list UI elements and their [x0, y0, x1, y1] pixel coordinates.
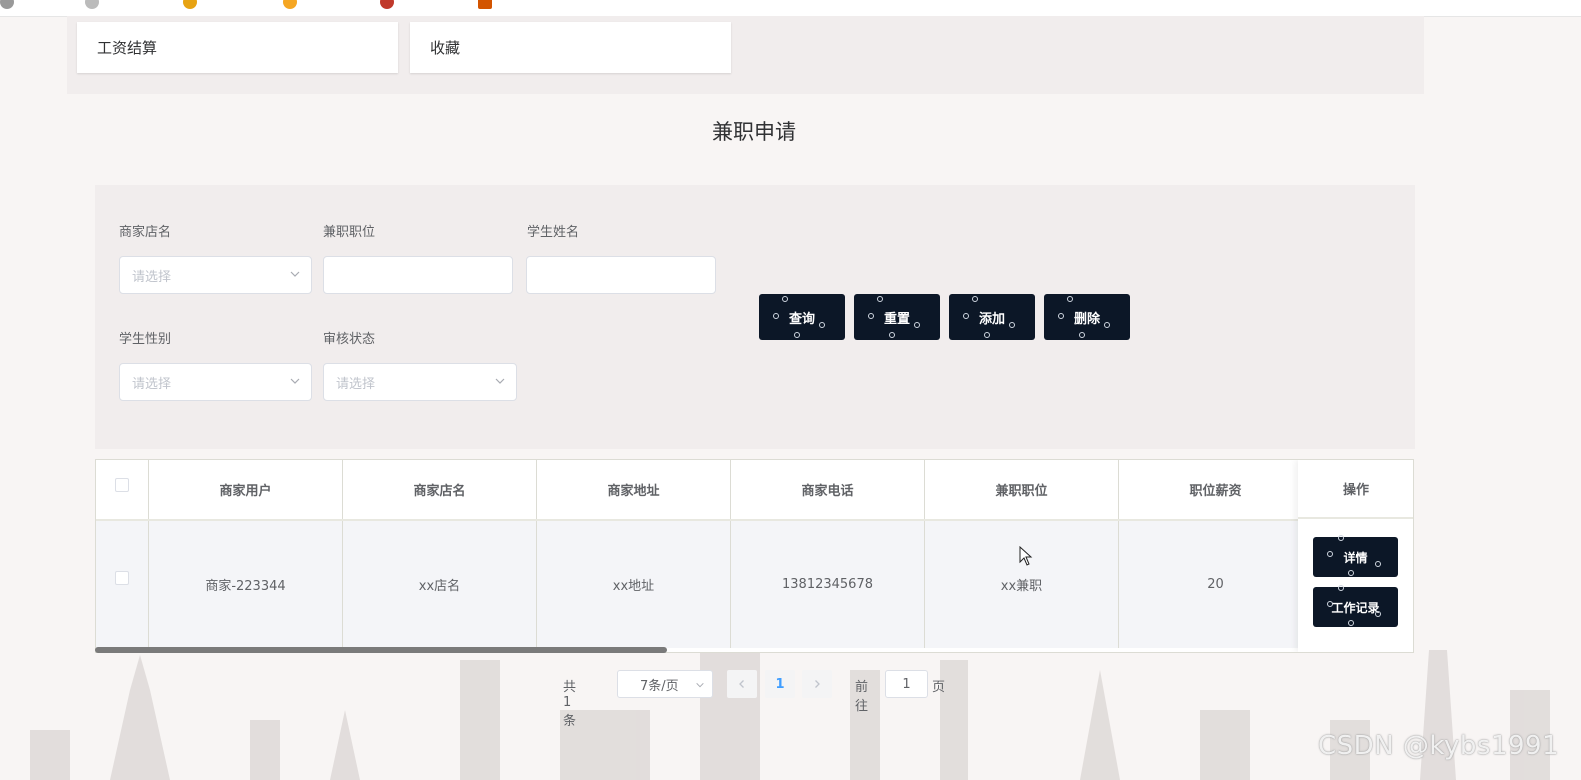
- operations-column: 操作 详情 工作记录: [1298, 460, 1413, 652]
- query-button[interactable]: 查询: [759, 294, 845, 340]
- header-select-all: [96, 460, 149, 519]
- column-header[interactable]: 职位薪资: [1119, 460, 1313, 519]
- goto-page-input[interactable]: 1: [885, 670, 928, 698]
- chevron-right-icon: [815, 680, 820, 688]
- bookmark-item[interactable]: [85, 0, 99, 10]
- button-label: 添加: [978, 311, 1005, 327]
- student-name-input[interactable]: [526, 256, 716, 294]
- button-label: 查询: [788, 311, 815, 327]
- column-header[interactable]: 商家用户: [149, 460, 343, 519]
- work-record-button[interactable]: 工作记录: [1313, 585, 1398, 627]
- table-header: 商家用户 商家店名 商家地址 商家电话 兼职职位 职位薪资: [96, 460, 1413, 521]
- cell-merchant-user: 商家-223344: [149, 521, 343, 648]
- page-number-current[interactable]: 1: [765, 670, 795, 698]
- table-horizontal-scrollbar[interactable]: [95, 647, 1414, 653]
- chevron-down-icon: [290, 378, 300, 384]
- reset-button[interactable]: 重置: [854, 294, 940, 340]
- page-size-value: 7条/页: [640, 678, 679, 694]
- button-label: 详情: [1343, 550, 1368, 565]
- field-label-student-name: 学生姓名: [527, 225, 580, 240]
- job-position-input[interactable]: [323, 256, 513, 294]
- next-page-button[interactable]: [802, 670, 832, 698]
- page-size-select[interactable]: 7条/页: [617, 670, 713, 698]
- favicon-icon: [85, 0, 99, 9]
- select-placeholder: 请选择: [132, 269, 172, 285]
- cell-merchant-phone: 13812345678: [731, 521, 925, 648]
- field-label-merchant-shop: 商家店名: [119, 225, 172, 240]
- chevron-down-icon: [290, 271, 300, 277]
- row-checkbox[interactable]: [115, 571, 129, 585]
- button-label: 重置: [883, 311, 910, 327]
- goto-suffix: 页: [932, 680, 946, 695]
- menu-card-label: 收藏: [430, 39, 461, 57]
- select-placeholder: 请选择: [336, 376, 376, 392]
- menu-card-salary-settlement[interactable]: 工资结算: [77, 22, 398, 73]
- add-button[interactable]: 添加: [949, 294, 1035, 340]
- chevron-left-icon: [739, 680, 744, 688]
- goto-label: 前往: [855, 680, 869, 714]
- merchant-shop-select[interactable]: 请选择: [119, 256, 312, 294]
- data-table: 商家用户 商家店名 商家地址 商家电话 兼职职位 职位薪资 商家-223344 …: [95, 459, 1414, 653]
- column-header[interactable]: 商家店名: [343, 460, 537, 519]
- field-label-job-position: 兼职职位: [323, 225, 376, 240]
- prev-page-button[interactable]: [727, 670, 757, 698]
- top-menu-panel: 工资结算 收藏: [67, 16, 1424, 94]
- bookmark-item[interactable]: [478, 0, 492, 10]
- student-gender-select[interactable]: 请选择: [119, 363, 312, 401]
- browser-bookmark-bar: [0, 0, 1581, 17]
- select-placeholder: 请选择: [132, 376, 172, 392]
- select-all-checkbox[interactable]: [115, 478, 129, 492]
- column-header-operations: 操作: [1298, 460, 1413, 519]
- column-header[interactable]: 商家地址: [537, 460, 731, 519]
- chevron-down-icon: [696, 682, 704, 688]
- field-label-student-gender: 学生性别: [119, 332, 172, 347]
- bookmark-item[interactable]: [0, 0, 14, 10]
- column-header[interactable]: 商家电话: [731, 460, 925, 519]
- row-select-cell: [96, 521, 149, 648]
- column-header[interactable]: 兼职职位: [925, 460, 1119, 519]
- favicon-icon: [283, 0, 297, 9]
- pagination-total: 共 1 条: [563, 680, 577, 729]
- cell-merchant-address: xx地址: [537, 521, 731, 648]
- search-form: 商家店名 请选择 兼职职位 学生姓名 学生性别 请选择 审核状态 请选择 查询 …: [95, 185, 1415, 449]
- cell-salary: 20: [1119, 521, 1313, 648]
- watermark-text: CSDN @kybs1991: [1318, 731, 1560, 761]
- mouse-cursor-icon: [1019, 546, 1033, 566]
- delete-button[interactable]: 删除: [1044, 294, 1130, 340]
- table-row[interactable]: 商家-223344 xx店名 xx地址 13812345678 xx兼职 20: [96, 521, 1413, 648]
- menu-card-favorites[interactable]: 收藏: [410, 22, 731, 73]
- bookmark-item[interactable]: [380, 0, 394, 10]
- bookmark-item[interactable]: [283, 0, 297, 10]
- favicon-icon: [183, 0, 197, 9]
- button-label: 删除: [1073, 311, 1100, 327]
- button-label: 工作记录: [1331, 600, 1380, 615]
- review-status-select[interactable]: 请选择: [323, 363, 517, 401]
- favicon-icon: [0, 0, 14, 9]
- detail-button[interactable]: 详情: [1313, 535, 1398, 577]
- cell-job-position: xx兼职: [925, 521, 1119, 648]
- bookmark-item[interactable]: [183, 0, 197, 10]
- scrollbar-thumb[interactable]: [95, 647, 667, 653]
- favicon-icon: [478, 0, 492, 9]
- chevron-down-icon: [495, 378, 505, 384]
- field-label-review-status: 审核状态: [323, 332, 376, 347]
- page-title: 兼职申请: [712, 120, 796, 144]
- cell-merchant-shop: xx店名: [343, 521, 537, 648]
- menu-card-label: 工资结算: [97, 39, 158, 57]
- favicon-icon: [380, 0, 394, 9]
